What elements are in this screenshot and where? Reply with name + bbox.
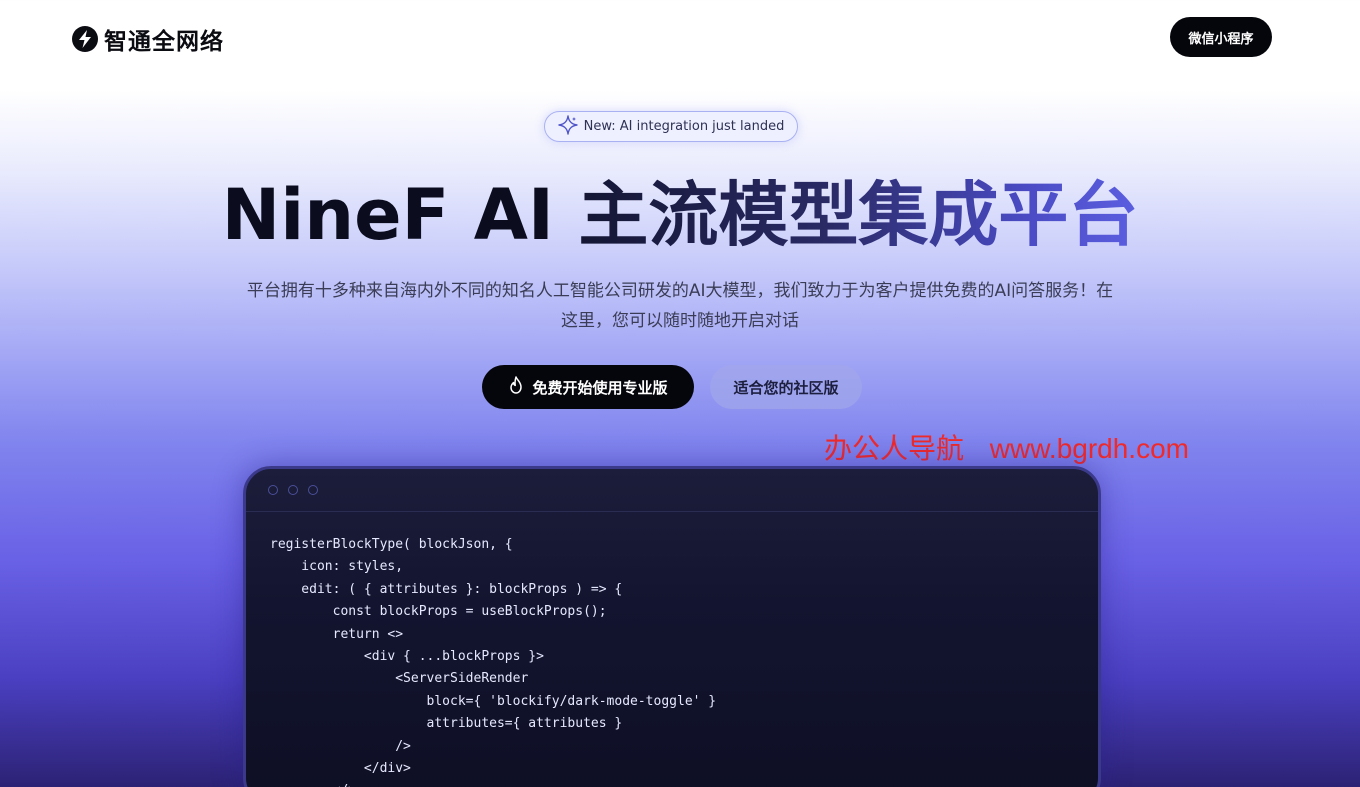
- wechat-mini-program-button[interactable]: 微信小程序: [1170, 17, 1272, 57]
- code-line: return <>: [270, 626, 404, 642]
- watermark-url: www.bgrdh.com: [989, 433, 1189, 464]
- code-line: attributes={ attributes }: [270, 716, 623, 732]
- navbar: 智通全网络 微信小程序: [0, 0, 1360, 75]
- start-pro-button[interactable]: 免费开始使用专业版: [482, 365, 694, 409]
- window-dot-maximize: [308, 485, 318, 495]
- hero-title: NineF AI 主流模型集成平台: [0, 168, 1360, 262]
- code-line: </div>: [270, 760, 411, 776]
- watermark: 办公人导航 www.bgrdh.com: [824, 427, 1189, 467]
- announcement-badge[interactable]: New: AI integration just landed: [544, 111, 798, 142]
- code-window-titlebar: [246, 469, 1098, 512]
- hero-subtitle: 平台拥有十多种来自海内外不同的知名人工智能公司研发的AI大模型，我们致力于为客户…: [246, 281, 1114, 331]
- code-block: registerBlockType( blockJson, { icon: st…: [246, 512, 1098, 787]
- code-line: registerBlockType( blockJson, {: [270, 537, 513, 552]
- window-dot-minimize: [288, 485, 298, 495]
- hero-title-brand: NineF AI: [221, 174, 579, 256]
- code-line: icon: styles,: [270, 559, 404, 575]
- code-line: <ServerSideRender: [270, 671, 529, 687]
- watermark-cn: 办公人导航: [824, 433, 965, 464]
- code-line: edit: ( { attributes }: blockProps ) => …: [270, 581, 623, 597]
- announcement-text: New: AI integration just landed: [583, 119, 785, 134]
- code-line: />: [270, 738, 411, 754]
- brand-logo[interactable]: 智通全网络: [72, 22, 224, 56]
- start-pro-button-label: 免费开始使用专业版: [532, 378, 668, 397]
- community-edition-button[interactable]: 适合您的社区版: [710, 365, 862, 409]
- sparkle-icon: [557, 114, 578, 139]
- flame-icon: [508, 376, 524, 398]
- code-line: </>;: [270, 780, 1098, 787]
- code-line: <div { ...blockProps }>: [270, 648, 544, 664]
- lightning-bolt-icon: [72, 26, 98, 52]
- brand-name: 智通全网络: [104, 29, 224, 55]
- window-dot-close: [268, 485, 278, 495]
- code-line: const blockProps = useBlockProps();: [270, 604, 607, 620]
- code-window: registerBlockType( blockJson, { icon: st…: [243, 466, 1101, 787]
- hero-title-highlight: 主流模型集成平台: [578, 174, 1139, 256]
- code-line: block={ 'blockify/dark-mode-toggle' }: [270, 693, 717, 709]
